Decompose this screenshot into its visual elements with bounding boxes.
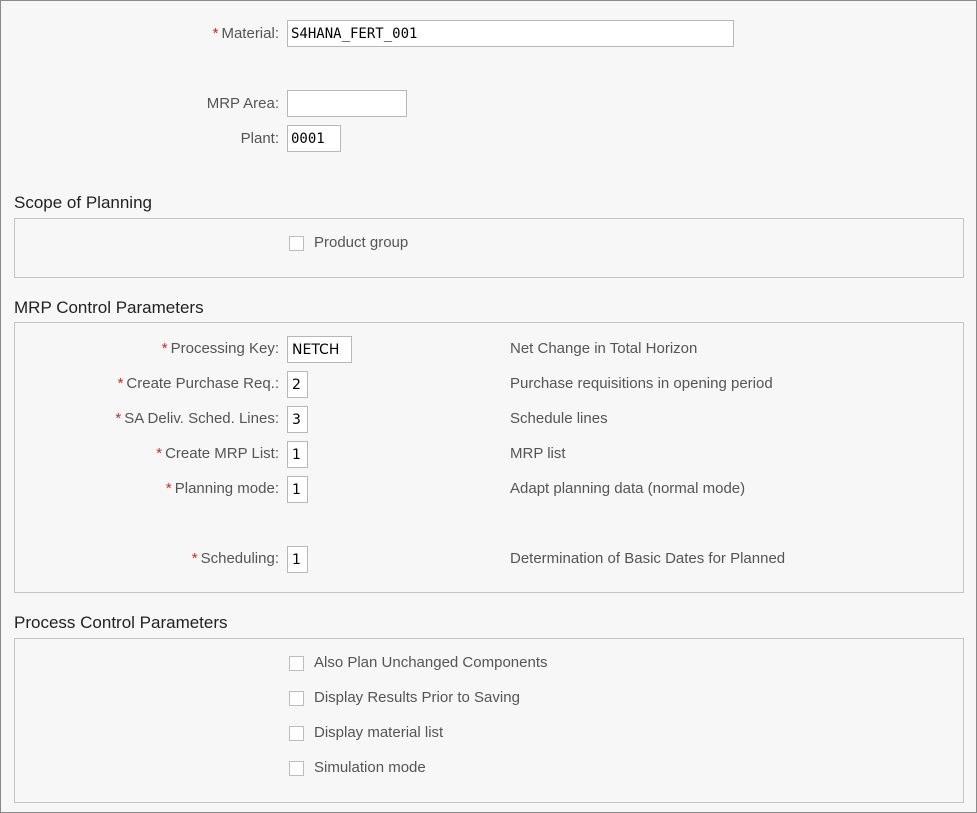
scheduling-label: * Scheduling: [191,550,279,567]
material-input[interactable]: S4HANA_FERT_001 [287,20,734,47]
product-group-checkbox[interactable] [289,236,304,251]
processing-key-description: Net Change in Total Horizon [510,340,698,357]
also-plan-unchanged-checkbox[interactable] [289,656,304,671]
planning-mode-description: Adapt planning data (normal mode) [510,480,746,497]
planning-mode-label: * Planning mode: [165,480,279,497]
mrp-run-form: * Material: S4HANA_FERT_001 MRP Area: Pla… [0,0,977,813]
also-plan-unchanged-label: Also Plan Unchanged Components [314,654,548,671]
display-material-list-checkbox[interactable] [289,726,304,741]
sa-deliv-sched-lines-label: * SA Deliv. Sched. Lines: [115,410,279,427]
simulation-mode-checkbox[interactable] [289,761,304,776]
scheduling-input[interactable]: 1 [287,546,308,573]
sa-deliv-sched-lines-description: Schedule lines [510,410,608,427]
create-mrp-list-label: * Create MRP List: [156,445,279,462]
mrp-area-input[interactable] [287,90,407,117]
sa-deliv-sched-lines-input[interactable]: 3 [287,406,308,433]
material-label: * Material: [212,25,279,42]
display-material-list-label: Display material list [314,724,444,741]
mrp-area-label: MRP Area: [206,95,279,112]
plant-input[interactable]: 0001 [287,125,341,152]
scheduling-description: Determination of Basic Dates for Planned [510,550,786,567]
scope-of-planning-title: Scope of Planning [14,193,152,212]
processing-key-input[interactable]: NETCH [287,336,352,363]
processing-key-label: * Processing Key: [161,340,279,357]
plant-label: Plant: [240,130,279,147]
create-mrp-list-description: MRP list [510,445,566,462]
product-group-label: Product group [314,234,409,251]
create-mrp-list-input[interactable]: 1 [287,441,308,468]
simulation-mode-label: Simulation mode [314,759,426,776]
create-purchase-req-input[interactable]: 2 [287,371,308,398]
scope-of-planning-panel [14,218,964,278]
create-purchase-req-description: Purchase requisitions in opening period [510,375,773,392]
mrp-control-title: MRP Control Parameters [14,298,204,317]
create-purchase-req-label: * Create Purchase Req.: [117,375,279,392]
display-results-checkbox[interactable] [289,691,304,706]
process-control-title: Process Control Parameters [14,613,228,632]
planning-mode-input[interactable]: 1 [287,476,308,503]
display-results-label: Display Results Prior to Saving [314,689,520,706]
